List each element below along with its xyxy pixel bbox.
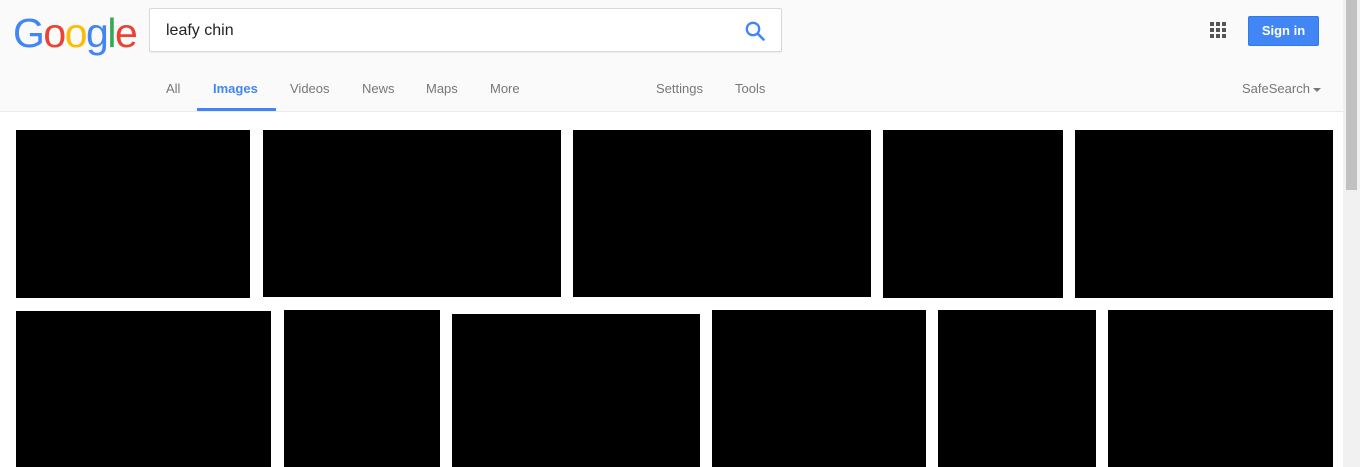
logo-letter: o: [64, 10, 88, 56]
logo-letter: G: [13, 10, 45, 56]
image-result[interactable]: [883, 130, 1063, 298]
image-result[interactable]: [1075, 130, 1333, 298]
settings-link[interactable]: Settings: [656, 81, 703, 96]
safesearch-label: SafeSearch: [1242, 81, 1310, 96]
image-result[interactable]: [263, 130, 561, 297]
sign-in-button[interactable]: Sign in: [1248, 16, 1319, 46]
search-icon[interactable]: [743, 19, 767, 43]
image-result[interactable]: [452, 314, 700, 467]
apps-grid-icon[interactable]: [1210, 22, 1226, 38]
image-result[interactable]: [16, 130, 250, 298]
tools-link[interactable]: Tools: [735, 81, 765, 96]
image-result[interactable]: [1108, 310, 1333, 467]
search-input[interactable]: [166, 20, 726, 42]
image-result[interactable]: [16, 311, 271, 467]
safesearch-dropdown[interactable]: SafeSearch: [1242, 81, 1321, 96]
search-box[interactable]: [149, 8, 782, 52]
tab-news[interactable]: News: [362, 81, 395, 96]
image-result[interactable]: [712, 310, 926, 467]
logo-letter: l: [107, 10, 116, 56]
header-bar: Google Sign in All Images Videos News Ma…: [0, 0, 1360, 112]
image-result[interactable]: [284, 310, 440, 467]
active-tab-indicator: [197, 108, 276, 111]
logo-letter: e: [114, 10, 138, 56]
tab-maps[interactable]: Maps: [426, 81, 458, 96]
image-result[interactable]: [938, 310, 1096, 467]
caret-down-icon: [1312, 87, 1321, 92]
logo-letter: g: [86, 10, 109, 56]
tab-images[interactable]: Images: [213, 81, 258, 96]
logo-letter: o: [43, 10, 66, 56]
tab-more[interactable]: More: [490, 81, 520, 96]
google-logo[interactable]: Google: [13, 9, 138, 57]
image-result[interactable]: [573, 130, 871, 297]
tab-videos[interactable]: Videos: [290, 81, 330, 96]
scrollbar-thumb[interactable]: [1346, 0, 1357, 190]
tab-all[interactable]: All: [166, 81, 180, 96]
